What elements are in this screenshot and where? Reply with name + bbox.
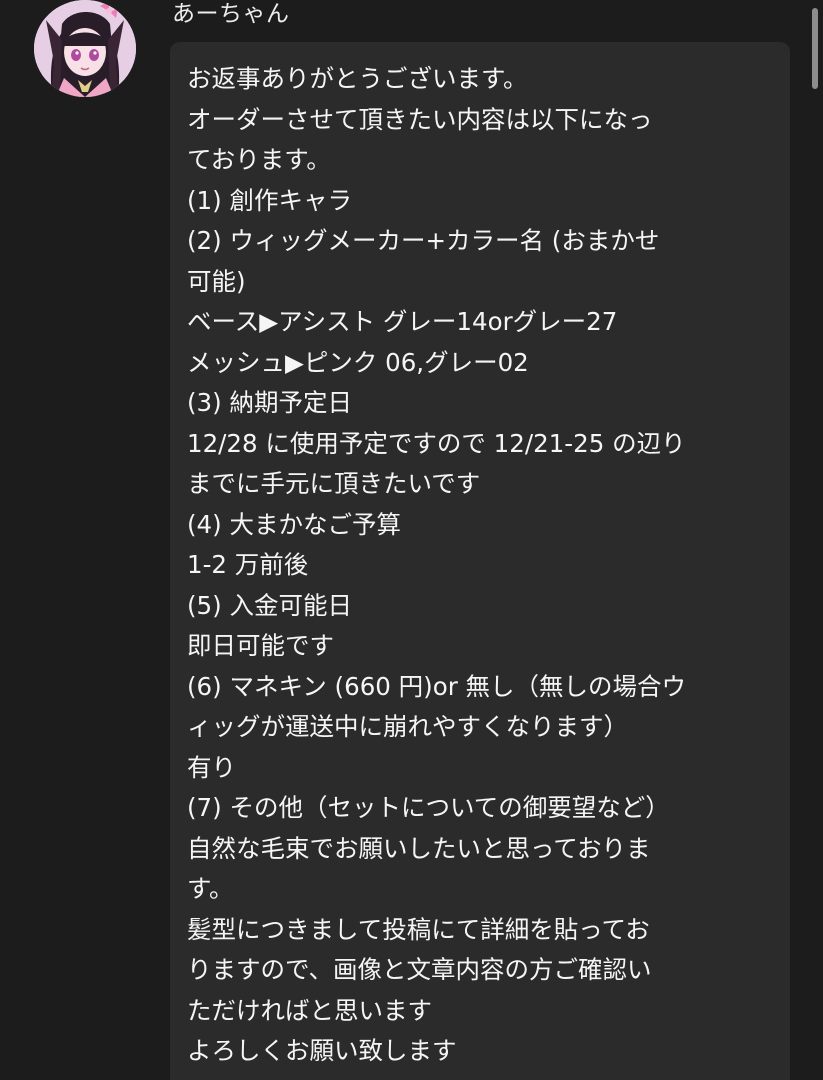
- scrollbar[interactable]: [805, 0, 823, 1080]
- scrollbar-thumb[interactable]: [812, 8, 818, 89]
- message-line: よろしくお願い致します: [187, 1036, 457, 1065]
- message-line: オーダーさせて頂きたい内容は以下になっ: [187, 104, 653, 134]
- message-line: (5) 入金可能日: [187, 590, 352, 620]
- message-line: 12/28 に使用予定ですので 12/21-25 の辺り: [187, 428, 686, 458]
- message-line: メッシュ▶︎ピンク 06,グレー02: [187, 347, 529, 377]
- message-line: (1) 創作キャラ: [187, 185, 352, 215]
- avatar[interactable]: [34, 0, 136, 97]
- message-line: 1-2 万前後: [187, 550, 309, 579]
- message-line: 即日可能です: [187, 631, 334, 660]
- message-line: お返事ありがとうございます。: [187, 64, 528, 93]
- message-line: ただければと思います: [187, 995, 432, 1025]
- message-line: 可能): [187, 266, 246, 296]
- message-line: までに手元に頂きたいです: [187, 469, 481, 498]
- message-line: ております。: [187, 145, 331, 174]
- message-bubble[interactable]: お返事ありがとうございます。 オーダーさせて頂きたい内容は以下になっ ております…: [170, 42, 790, 1080]
- message-text: お返事ありがとうございます。 オーダーさせて頂きたい内容は以下になっ ております…: [187, 59, 777, 1072]
- message-line: 髪型につきまして投稿にて詳細を貼ってお: [187, 914, 650, 944]
- avatar-image: [34, 0, 136, 97]
- sender-name[interactable]: あーちゃん: [172, 0, 290, 31]
- message-line: 自然な毛束でお願いしたいと思っておりま: [187, 833, 651, 863]
- message-line: ベース▶︎アシスト グレー14orグレー27: [187, 307, 618, 336]
- message-line: りますので、画像と文章内容の方ご確認い: [187, 955, 652, 984]
- message-line: ィッグが運送中に崩れやすくなります）: [187, 712, 628, 741]
- message-line: (2) ウィッグメーカー+カラー名 (おまかせ: [187, 226, 660, 255]
- message-line: (7) その他（セットについての御要望など）: [187, 793, 670, 822]
- message-line: 有り: [187, 752, 236, 782]
- message-line: (6) マネキン (660 円)or 無し（無しの場合ウ: [187, 671, 687, 701]
- message-line: (4) 大まかなご予算: [187, 509, 401, 539]
- message-line: (3) 納期予定日: [187, 388, 352, 417]
- message-line: す。: [187, 874, 234, 903]
